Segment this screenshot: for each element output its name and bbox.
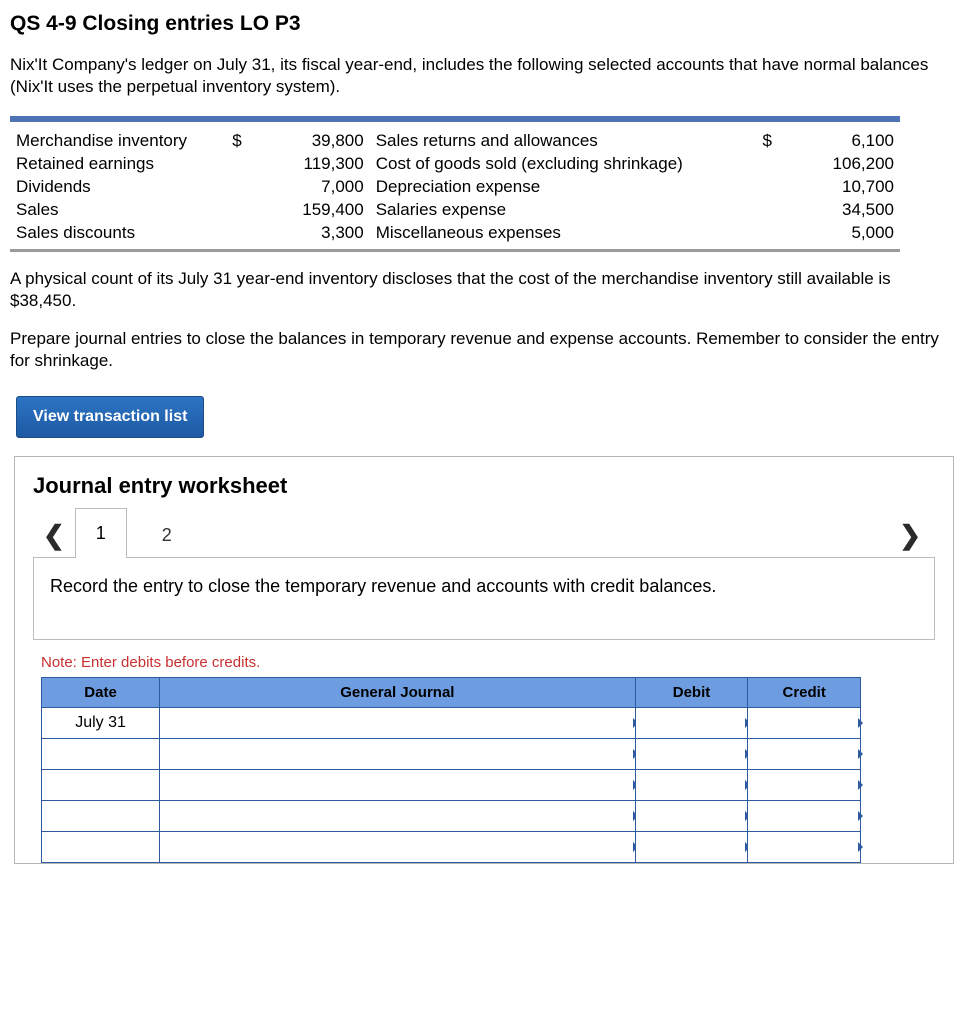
account-value: 106,200 xyxy=(778,153,900,176)
journal-table: Date General Journal Debit Credit July 3… xyxy=(41,677,861,863)
account-prefix: $ xyxy=(752,130,778,153)
debit-cell[interactable] xyxy=(635,800,748,831)
account-prefix xyxy=(222,199,248,222)
tab-2[interactable]: 2 xyxy=(141,513,193,557)
journal-entry-worksheet: Journal entry worksheet ❮ 1 2 ❯ Record t… xyxy=(14,456,954,863)
account-label: Sales discounts xyxy=(10,222,222,245)
account-value: 119,300 xyxy=(248,153,370,176)
general-cell[interactable] xyxy=(160,707,636,738)
date-cell[interactable] xyxy=(42,738,160,769)
date-cell[interactable] xyxy=(42,769,160,800)
account-value: 7,000 xyxy=(248,176,370,199)
table-row xyxy=(42,769,861,800)
account-label: Miscellaneous expenses xyxy=(370,222,753,245)
account-prefix xyxy=(752,222,778,245)
chevron-right-icon[interactable]: ❯ xyxy=(889,513,931,557)
general-cell[interactable] xyxy=(160,769,636,800)
tab-row: ❮ 1 2 ❯ xyxy=(33,513,935,557)
account-value: 34,500 xyxy=(778,199,900,222)
account-label: Sales returns and allowances xyxy=(370,130,753,153)
view-transaction-list-button[interactable]: View transaction list xyxy=(16,396,204,438)
account-value: 39,800 xyxy=(248,130,370,153)
date-cell[interactable]: July 31 xyxy=(42,707,160,738)
table-row xyxy=(42,831,861,862)
account-prefix xyxy=(222,222,248,245)
account-prefix xyxy=(222,176,248,199)
intro-text: Nix'It Company's ledger on July 31, its … xyxy=(10,54,930,98)
account-prefix xyxy=(222,153,248,176)
debit-cell[interactable] xyxy=(635,707,748,738)
tab-content: Record the entry to close the temporary … xyxy=(33,557,935,639)
account-value: 3,300 xyxy=(248,222,370,245)
general-cell[interactable] xyxy=(160,831,636,862)
account-prefix xyxy=(752,153,778,176)
note-text: Note: Enter debits before credits. xyxy=(41,654,935,671)
credit-cell[interactable] xyxy=(748,738,861,769)
tab-1[interactable]: 1 xyxy=(75,508,127,558)
account-value: 5,000 xyxy=(778,222,900,245)
account-value: 6,100 xyxy=(778,130,900,153)
date-cell[interactable] xyxy=(42,831,160,862)
entry-description: Record the entry to close the temporary … xyxy=(50,576,716,596)
col-debit: Debit xyxy=(635,677,748,707)
instructions-text: Prepare journal entries to close the bal… xyxy=(10,328,950,372)
account-prefix xyxy=(752,199,778,222)
credit-cell[interactable] xyxy=(748,831,861,862)
account-prefix: $ xyxy=(222,130,248,153)
account-label: Retained earnings xyxy=(10,153,222,176)
general-cell[interactable] xyxy=(160,800,636,831)
credit-cell[interactable] xyxy=(748,769,861,800)
credit-cell[interactable] xyxy=(748,707,861,738)
page-title: QS 4-9 Closing entries LO P3 xyxy=(10,12,958,36)
col-date: Date xyxy=(42,677,160,707)
account-label: Salaries expense xyxy=(370,199,753,222)
chevron-left-icon[interactable]: ❮ xyxy=(33,513,75,557)
credit-cell[interactable] xyxy=(748,800,861,831)
account-label: Dividends xyxy=(10,176,222,199)
accounts-table: Merchandise inventory $ 39,800 Sales ret… xyxy=(10,116,900,252)
debit-cell[interactable] xyxy=(635,769,748,800)
account-label: Depreciation expense xyxy=(370,176,753,199)
date-cell[interactable] xyxy=(42,800,160,831)
account-value: 159,400 xyxy=(248,199,370,222)
table-row: July 31 xyxy=(42,707,861,738)
debit-cell[interactable] xyxy=(635,738,748,769)
account-label: Sales xyxy=(10,199,222,222)
table-row xyxy=(42,738,861,769)
account-label: Merchandise inventory xyxy=(10,130,222,153)
account-label: Cost of goods sold (excluding shrinkage) xyxy=(370,153,753,176)
col-general-journal: General Journal xyxy=(160,677,636,707)
account-prefix xyxy=(752,176,778,199)
debit-cell[interactable] xyxy=(635,831,748,862)
physical-count-text: A physical count of its July 31 year-end… xyxy=(10,268,950,312)
general-cell[interactable] xyxy=(160,738,636,769)
col-credit: Credit xyxy=(748,677,861,707)
account-value: 10,700 xyxy=(778,176,900,199)
worksheet-title: Journal entry worksheet xyxy=(33,473,935,499)
table-row xyxy=(42,800,861,831)
